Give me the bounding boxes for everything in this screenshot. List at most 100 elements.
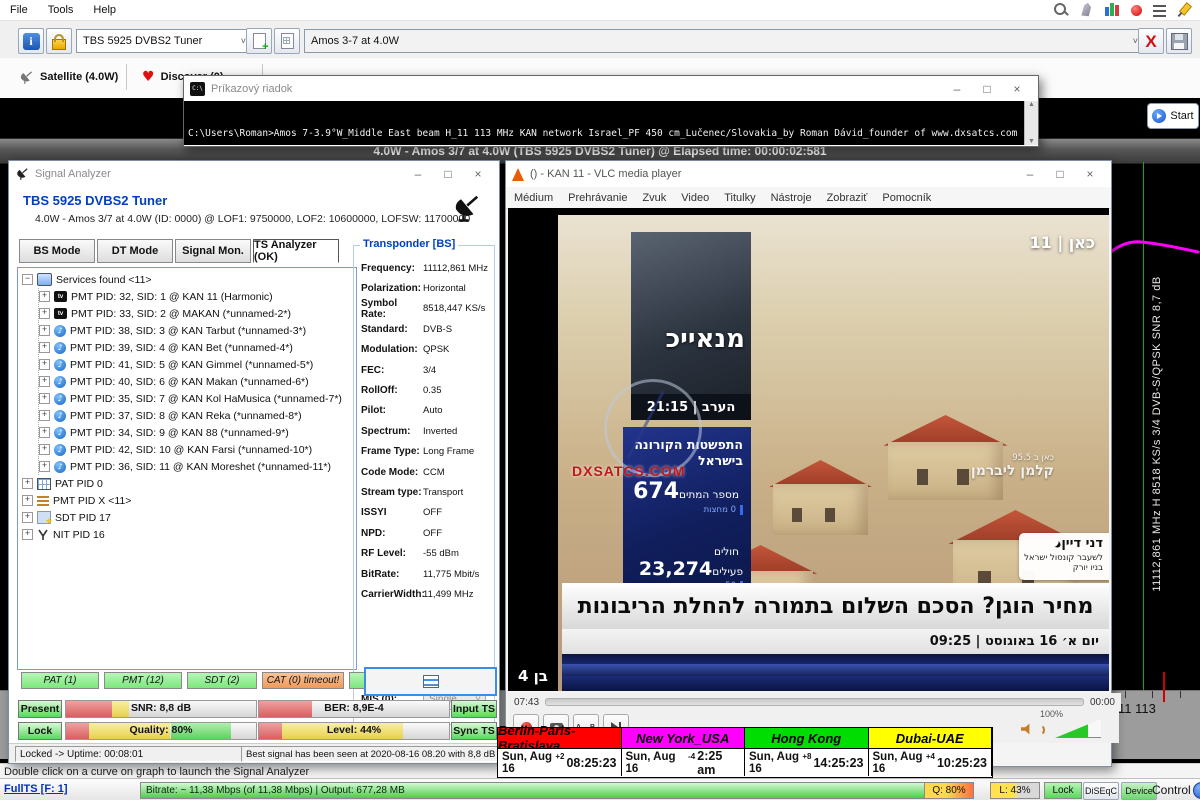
service-row[interactable]: +♪PMT PID: 41, SID: 5 @ KAN Gimmel (*unn… xyxy=(39,356,356,373)
satellite-select[interactable]: Amos 3-7 at 4.0W ˅ xyxy=(304,29,1144,53)
expand-icon[interactable]: + xyxy=(39,359,50,370)
service-row[interactable]: +♪PMT PID: 42, SID: 10 @ KAN Farsi (*unn… xyxy=(39,441,356,458)
radio-overlay-freq: כאן ב 95.5 xyxy=(971,453,1054,463)
menu-tools[interactable]: Tools xyxy=(38,2,84,18)
snr-value: SNR: 8,8 dB xyxy=(66,702,256,714)
menu-help[interactable]: Help xyxy=(83,2,126,18)
expand-icon[interactable]: + xyxy=(22,495,33,506)
maximize-icon[interactable]: □ xyxy=(433,163,463,185)
edit-list-button[interactable] xyxy=(274,28,300,54)
tab-ts-analyzer[interactable]: TS Analyzer (OK) xyxy=(253,239,339,263)
list-icon[interactable] xyxy=(1153,5,1166,17)
service-row[interactable]: +♪PMT PID: 40, SID: 6 @ KAN Makan (*unna… xyxy=(39,373,356,390)
expand-icon[interactable]: + xyxy=(39,342,50,353)
expand-icon[interactable]: + xyxy=(39,393,50,404)
save-button[interactable] xyxy=(1166,28,1192,54)
vlc-menu-audio[interactable]: Zvuk xyxy=(642,192,666,204)
cmd-console[interactable]: C:\Users\Roman>Amos 7-3.9°W_Middle East … xyxy=(184,101,1038,145)
collapse-icon[interactable]: − xyxy=(22,274,33,285)
tuner-select[interactable]: TBS 5925 DVBS2 Tuner ˅ xyxy=(76,29,252,53)
seek-slider[interactable] xyxy=(545,698,1084,706)
tab-dt-mode[interactable]: DT Mode xyxy=(97,239,173,263)
expand-icon[interactable]: + xyxy=(39,461,50,472)
info-button[interactable]: i xyxy=(18,28,44,54)
lock-button[interactable] xyxy=(46,28,72,54)
diseqc-button[interactable]: DiSEqC xyxy=(1083,782,1119,800)
minimize-icon[interactable]: – xyxy=(1015,163,1045,185)
new-transponder-button[interactable] xyxy=(246,28,272,54)
service-row[interactable]: +tvPMT PID: 32, SID: 1 @ KAN 11 (Harmoni… xyxy=(39,288,356,305)
tree-root-row[interactable]: − Services found <11> xyxy=(22,271,356,288)
expand-icon[interactable]: + xyxy=(39,410,50,421)
service-row[interactable]: +♪PMT PID: 35, SID: 7 @ KAN Kol HaMusica… xyxy=(39,390,356,407)
tree-node-row[interactable]: + NIT PID 16 xyxy=(22,526,356,543)
hand-icon[interactable] xyxy=(1079,2,1094,17)
expand-icon[interactable]: + xyxy=(22,529,33,540)
search-icon[interactable] xyxy=(1053,2,1068,17)
vlc-menu-help[interactable]: Pomocník xyxy=(882,192,931,204)
analyzer-device-link[interactable]: TBS 5925 DVBS2 Tuner xyxy=(23,193,167,208)
close-icon[interactable]: × xyxy=(1075,163,1105,185)
cmd-title-bar[interactable]: C:\ Príkazový riadok – □ × xyxy=(184,76,1038,101)
tree-node-row[interactable]: +SDT PID 17 xyxy=(22,509,356,526)
expand-icon[interactable]: + xyxy=(22,512,33,523)
tree-node-row[interactable]: +PMT PID X <11> xyxy=(22,492,356,509)
minimize-icon[interactable]: – xyxy=(403,163,433,185)
volume-control[interactable]: 100% xyxy=(1021,709,1101,743)
signal-analyzer-window[interactable]: Signal Analyzer – □ × TBS 5925 DVBS2 Tun… xyxy=(8,160,500,764)
vlc-menu-video[interactable]: Video xyxy=(681,192,709,204)
vlc-menu-tools[interactable]: Nástroje xyxy=(771,192,812,204)
stat-deaths: מספר המתים674 0 מחצות xyxy=(633,479,743,515)
service-row[interactable]: +♪PMT PID: 39, SID: 4 @ KAN Bet (*unname… xyxy=(39,339,356,356)
heart-icon: ♥ xyxy=(142,69,155,85)
service-row[interactable]: +tvPMT PID: 33, SID: 2 @ MAKAN (*unnamed… xyxy=(39,305,356,322)
radio-service-icon: ♪ xyxy=(54,461,66,473)
expand-icon[interactable]: + xyxy=(39,444,50,455)
command-prompt-window[interactable]: C:\ Príkazový riadok – □ × C:\Users\Roma… xyxy=(183,75,1039,147)
expand-icon[interactable]: + xyxy=(39,427,50,438)
vlc-menu-playback[interactable]: Prehrávanie xyxy=(568,192,627,204)
maximize-icon[interactable]: □ xyxy=(1045,163,1075,185)
tab-signal-mon[interactable]: Signal Mon. xyxy=(175,239,251,263)
scroll-up-icon[interactable]: ▲ xyxy=(1028,101,1035,108)
expand-icon[interactable]: + xyxy=(39,308,50,319)
volume-slider[interactable] xyxy=(1055,719,1101,738)
vlc-title-bar[interactable]: () - KAN 11 - VLC media player – □ × xyxy=(506,161,1111,187)
tab-satellite[interactable]: Satellite (4.0W) xyxy=(8,64,128,90)
minimize-icon[interactable]: – xyxy=(942,78,972,100)
service-row[interactable]: +♪PMT PID: 34, SID: 9 @ KAN 88 (*unnamed… xyxy=(39,424,356,441)
tree-root-label: Services found <11> xyxy=(56,274,152,286)
scroll-down-icon[interactable]: ▼ xyxy=(1028,138,1035,145)
maximize-icon[interactable]: □ xyxy=(972,78,1002,100)
tree-node-row[interactable]: +PAT PID 0 xyxy=(22,475,356,492)
expand-icon[interactable]: + xyxy=(39,376,50,387)
expand-icon[interactable]: + xyxy=(39,291,50,302)
input-ts-button[interactable]: Input TS xyxy=(451,700,497,718)
tab-bs-mode[interactable]: BS Mode xyxy=(19,239,95,263)
close-icon[interactable]: × xyxy=(463,163,493,185)
chart-bars-icon[interactable] xyxy=(1105,2,1120,17)
vlc-menu-view[interactable]: Zobraziť xyxy=(827,192,868,204)
cmd-scrollbar[interactable]: ▲▼ xyxy=(1024,101,1038,145)
record-balloon-icon[interactable] xyxy=(1131,5,1142,16)
vlc-menu-subtitles[interactable]: Titulky xyxy=(724,192,755,204)
ts-record-button[interactable] xyxy=(364,667,497,696)
expand-icon[interactable]: + xyxy=(22,478,33,489)
fullts-link[interactable]: FullTS [F: 1] xyxy=(4,783,68,795)
service-row[interactable]: +♪PMT PID: 36, SID: 11 @ KAN Moreshet (*… xyxy=(39,458,356,475)
delete-button[interactable]: X xyxy=(1138,28,1164,54)
vlc-menu-medium[interactable]: Médium xyxy=(514,192,553,204)
analyzer-title-bar[interactable]: Signal Analyzer – □ × xyxy=(9,161,499,187)
vlc-window[interactable]: () - KAN 11 - VLC media player – □ × Méd… xyxy=(505,160,1112,767)
control-icon[interactable] xyxy=(1193,782,1200,799)
start-button[interactable]: Start xyxy=(1147,103,1199,129)
video-display[interactable]: מנאייכ הערב | 21:15 התפשטות הקורונה בישר… xyxy=(508,208,1109,691)
close-icon[interactable]: × xyxy=(1002,78,1032,100)
pin-icon[interactable] xyxy=(1177,2,1192,17)
sync-ts-button[interactable]: Sync TS xyxy=(451,722,497,740)
expand-icon[interactable]: + xyxy=(39,325,50,336)
services-tree[interactable]: − Services found <11> +tvPMT PID: 32, SI… xyxy=(17,267,357,670)
menu-file[interactable]: File xyxy=(0,2,38,18)
service-row[interactable]: +♪PMT PID: 37, SID: 8 @ KAN Reka (*unnam… xyxy=(39,407,356,424)
service-row[interactable]: +♪PMT PID: 38, SID: 3 @ KAN Tarbut (*unn… xyxy=(39,322,356,339)
